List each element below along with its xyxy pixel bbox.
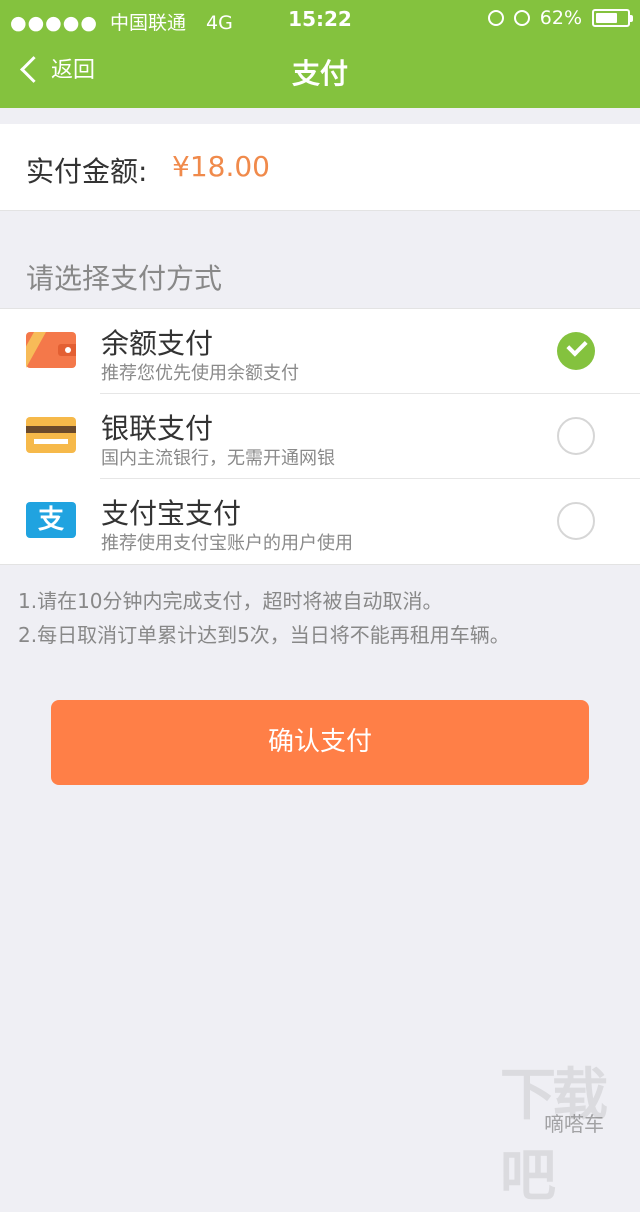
payment-section-title: 请选择支付方式 [26,262,223,295]
selected-check-icon[interactable] [557,332,595,370]
alarm-icon [513,10,530,26]
payment-option-desc: 国内主流银行，无需开通网银 [101,448,335,469]
status-right: 62% [487,7,633,29]
unselected-radio[interactable] [557,502,595,540]
payment-option-balance[interactable]: 余额支付 推荐您优先使用余额支付 [0,309,640,394]
payment-notes: 1.请在10分钟内完成支付，超时将被自动取消。 2.每日取消订单累计达到5次，当… [18,584,510,652]
payment-method-list: 余额支付 推荐您优先使用余额支付 银联支付 国内主流银行，无需开通网银 支 支付… [0,308,640,565]
amount-card: 实付金额: ¥18.00 [0,124,640,211]
header: ●●●●● 中国联通 4G 15:22 62% 返回 支付 [0,0,640,108]
payment-option-title: 银联支付 [101,412,214,445]
unselected-radio[interactable] [557,417,595,455]
bank-card-icon [26,417,76,453]
note-line: 1.请在10分钟内完成支付，超时将被自动取消。 [18,589,443,613]
battery-icon [592,9,633,27]
rotation-lock-icon [487,10,504,26]
watermark: 下载吧 嘀嗒车 [500,1050,640,1209]
payment-option-alipay[interactable]: 支 支付宝支付 推荐使用支付宝账户的用户使用 [0,479,640,564]
amount-label: 实付金额: [26,155,148,188]
amount-value: ¥18.00 [172,150,270,183]
alipay-icon: 支 [26,502,76,538]
wallet-icon [26,332,76,368]
payment-option-title: 支付宝支付 [101,497,242,530]
payment-option-unionpay[interactable]: 银联支付 国内主流银行，无需开通网银 [0,394,640,479]
page-title: 支付 [291,57,348,90]
payment-option-desc: 推荐使用支付宝账户的用户使用 [101,533,353,554]
payment-option-title: 余额支付 [101,327,214,360]
payment-option-desc: 推荐您优先使用余额支付 [101,363,299,384]
confirm-payment-button[interactable]: 确认支付 [51,700,589,785]
status-bar: ●●●●● 中国联通 4G 15:22 62% [0,0,640,38]
battery-percent: 62% [539,7,582,29]
watermark-text: 嘀嗒车 [544,1112,604,1136]
note-line: 2.每日取消订单累计达到5次，当日将不能再租用车辆。 [18,623,510,647]
